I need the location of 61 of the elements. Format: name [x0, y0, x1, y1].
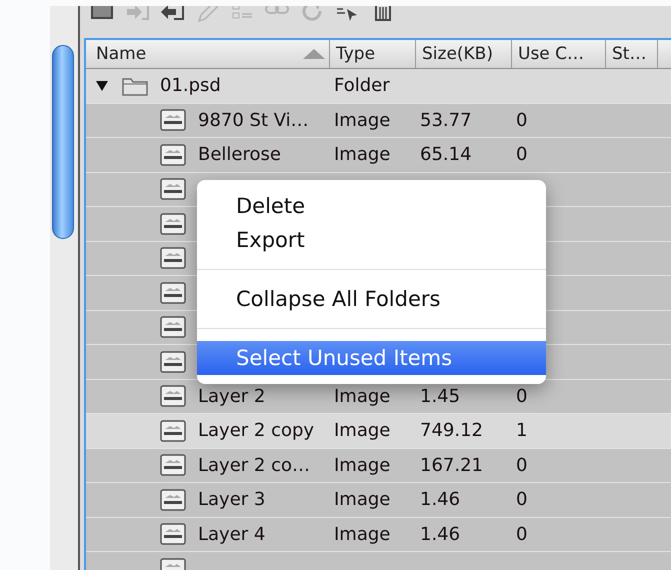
- image-icon: [160, 282, 186, 304]
- layer-type: Image: [334, 110, 390, 131]
- layer-size: 1.45: [420, 386, 460, 407]
- layer-type: Image: [334, 386, 390, 407]
- image-icon: [160, 420, 186, 442]
- disclosure-triangle-icon[interactable]: [96, 80, 108, 91]
- use-count: 0: [516, 110, 528, 131]
- layer-name: Layer 4: [198, 524, 266, 545]
- layer-size: 1.46: [420, 524, 460, 545]
- layer-name: Bellerose: [198, 144, 281, 166]
- layer-size: 53.77: [420, 110, 472, 131]
- table-row[interactable]: Layer 2 Image 1.45 0: [86, 380, 671, 414]
- layer-name: 01.psd: [160, 75, 221, 96]
- image-icon: [160, 488, 186, 511]
- menu-item[interactable]: Select Unused Items: [197, 341, 546, 375]
- table-row[interactable]: 9870 St Vi… Image 53.77 0: [86, 104, 671, 138]
- image-icon: [160, 144, 186, 166]
- layer-type: Folder: [334, 75, 390, 96]
- scroll-thumb[interactable]: [52, 45, 74, 239]
- table-row[interactable]: Layer 2 co… Image 167.21 0: [86, 448, 671, 483]
- image-icon: [160, 316, 186, 338]
- layer-size: 167.21: [420, 454, 483, 476]
- layer-name: Layer 2: [198, 386, 266, 407]
- image-icon: [160, 385, 186, 408]
- menu-item[interactable]: Collapse All Folders: [197, 282, 546, 316]
- column-header[interactable]: Type: [330, 40, 416, 68]
- layer-size: 1.46: [420, 489, 460, 510]
- menu-item[interactable]: Delete: [197, 189, 546, 223]
- layer-type: Image: [334, 524, 390, 545]
- layer-type: Image: [334, 489, 390, 510]
- folder-icon: [122, 76, 148, 96]
- image-icon: [160, 454, 186, 476]
- table-row[interactable]: 01.psd Folder: [86, 69, 671, 104]
- layer-name: Layer 2 co…: [198, 454, 310, 476]
- layer-type: Image: [334, 454, 390, 476]
- column-header[interactable]: St…: [606, 40, 658, 68]
- layer-size: 65.14: [420, 144, 472, 166]
- table-row[interactable]: Layer 4 Image 1.46 0: [86, 518, 671, 552]
- use-count: 0: [516, 144, 528, 166]
- layer-name: Layer 3: [198, 489, 266, 510]
- menu-item[interactable]: Export: [197, 223, 546, 257]
- layer-type: Image: [334, 144, 390, 166]
- image-icon: [160, 247, 186, 270]
- layer-size: 749.12: [420, 420, 483, 442]
- table-row[interactable]: Layer 2 copy Image 749.12 1: [86, 414, 671, 448]
- use-count: 0: [516, 489, 528, 510]
- image-icon: [160, 178, 186, 200]
- use-count: 0: [516, 386, 528, 407]
- layer-name: 9870 St Vi…: [198, 110, 309, 131]
- use-count: 0: [516, 524, 528, 545]
- layer-name: Layer 2 copy: [198, 420, 314, 442]
- use-count: 0: [516, 454, 528, 476]
- image-icon: [160, 109, 186, 132]
- image-icon: [160, 350, 186, 373]
- layer-type: Image: [334, 420, 390, 442]
- image-icon: [160, 212, 186, 235]
- image-icon: [160, 523, 186, 546]
- column-header[interactable]: Name: [86, 40, 330, 68]
- use-count: 1: [516, 420, 528, 442]
- column-header[interactable]: Use C…: [512, 40, 606, 68]
- column-header[interactable]: Size(KB): [416, 40, 512, 68]
